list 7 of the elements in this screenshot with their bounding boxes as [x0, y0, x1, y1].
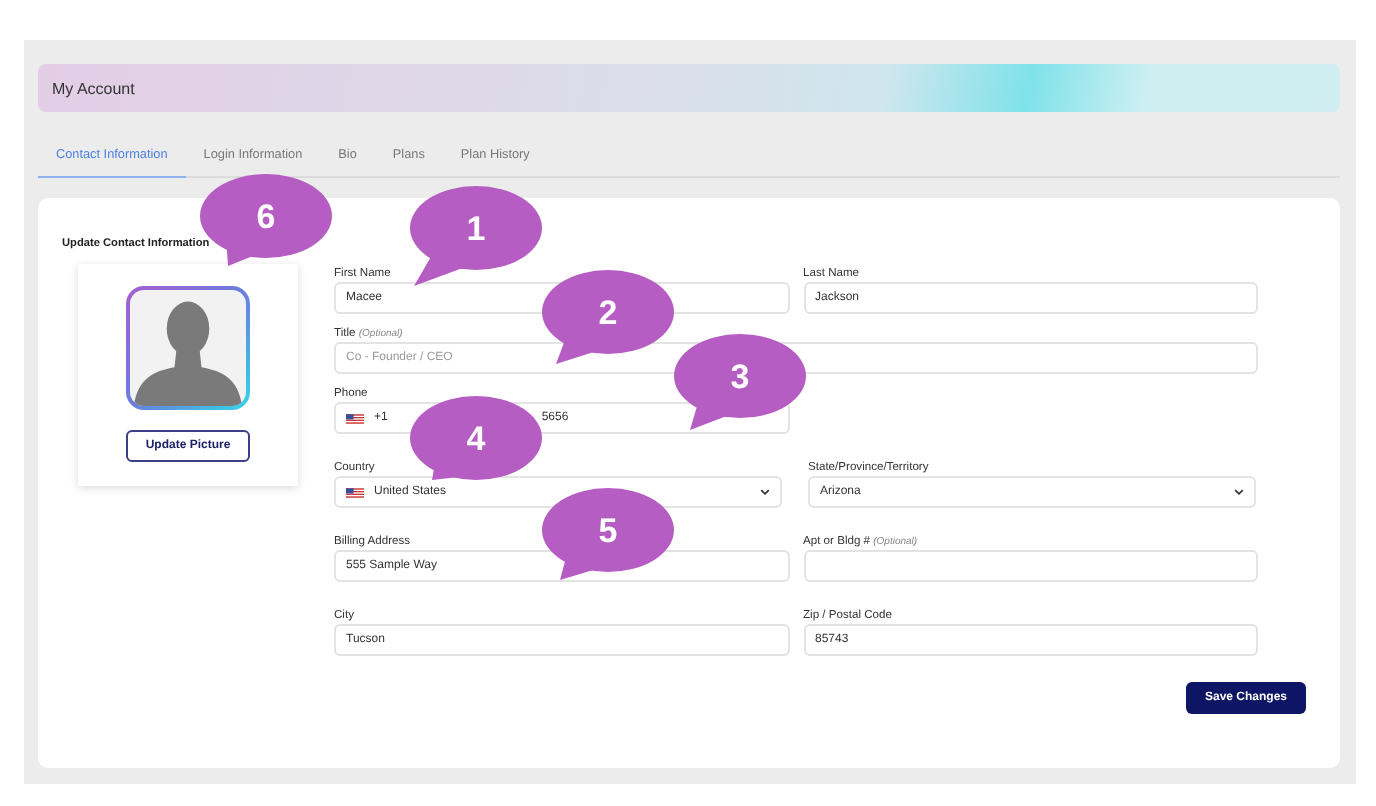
callout-bubble: 4	[410, 396, 542, 480]
us-flag-icon	[346, 413, 364, 423]
input-field[interactable]	[803, 550, 1258, 582]
chevron-down-icon	[760, 488, 770, 496]
us-flag-icon	[346, 487, 364, 497]
page-title: My Account	[52, 79, 135, 97]
chevron-down-icon	[1234, 488, 1244, 496]
